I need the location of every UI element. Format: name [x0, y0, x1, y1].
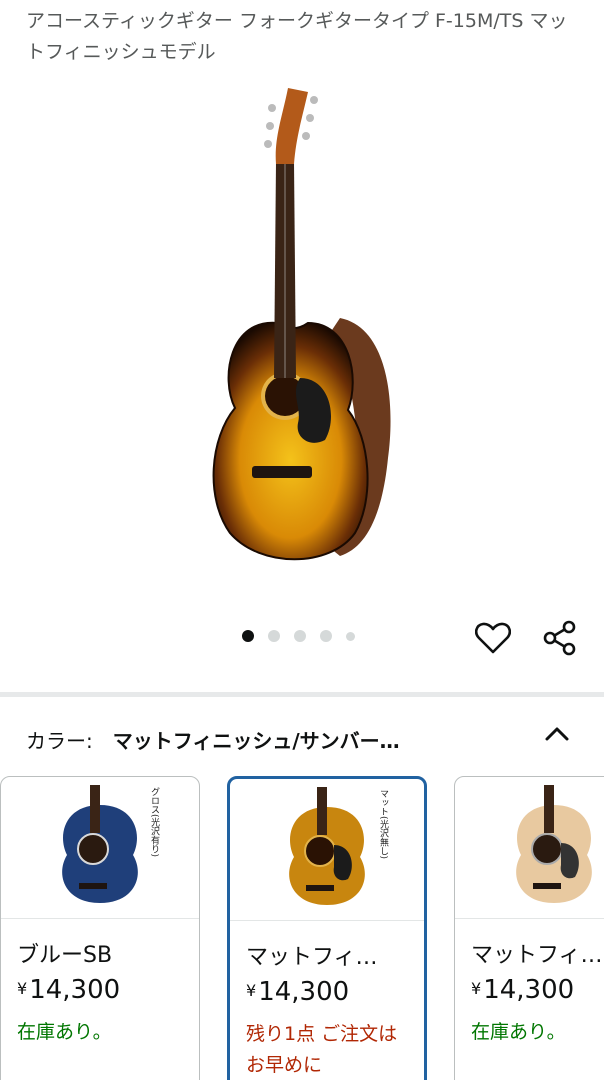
- share-button[interactable]: [540, 618, 580, 658]
- color-swatch-card-selected[interactable]: マット(光沢無し) マットフィ… ¥14,300 残り1点 ご注文はお早めに: [227, 776, 427, 1080]
- swatch-price: ¥14,300: [246, 977, 349, 1007]
- variation-header[interactable]: カラー: マットフィニッシュ/サンバー…: [26, 722, 582, 756]
- gallery-pagination[interactable]: [242, 629, 355, 643]
- guitar-thumbnail: [289, 787, 365, 905]
- currency-symbol: ¥: [471, 979, 482, 998]
- swatch-thumbnail: [455, 777, 604, 919]
- stock-status: 残り1点 ご注文はお早めに: [246, 1023, 398, 1076]
- stock-status: 在庫あり。: [17, 1021, 112, 1043]
- wishlist-button[interactable]: [473, 618, 513, 658]
- product-image-gallery[interactable]: [0, 70, 604, 590]
- gallery-dot[interactable]: [346, 631, 355, 641]
- swatch-name: マットフィ…: [471, 943, 603, 968]
- variation-selected-value: マットフィニッシュ/サンバー…: [112, 728, 400, 753]
- swatch-price: ¥14,300: [17, 975, 120, 1005]
- swatch-name: マットフィ…: [246, 945, 378, 970]
- gallery-dot[interactable]: [320, 630, 332, 642]
- guitar-thumbnail: [62, 785, 165, 910]
- swatch-thumbnail: グロス(光沢有り): [1, 777, 199, 919]
- stock-status: 在庫あり。: [471, 1021, 566, 1043]
- product-title: アコースティックギター フォークギタータイプ F-15M/TS マットフィニッシ…: [26, 10, 568, 63]
- heart-icon: [475, 622, 511, 654]
- price-value: 14,300: [258, 977, 350, 1007]
- color-swatch-card[interactable]: グロス(光沢有り) ブルーSB ¥14,300 在庫あり。: [0, 776, 200, 1080]
- finish-tag: グロス(光沢有り): [149, 787, 159, 858]
- price-value: 14,300: [29, 975, 121, 1005]
- price-value: 14,300: [483, 975, 575, 1005]
- swatch-thumbnail: マット(光沢無し): [230, 779, 424, 921]
- variation-label: カラー:: [26, 728, 93, 753]
- color-swatch-list[interactable]: グロス(光沢有り) ブルーSB ¥14,300 在庫あり。 マット(光沢無し) …: [0, 776, 604, 1080]
- gallery-dot[interactable]: [268, 630, 280, 642]
- section-divider: [0, 692, 604, 697]
- swatch-price: ¥14,300: [471, 975, 574, 1005]
- color-swatch-card[interactable]: マットフィ… ¥14,300 在庫あり。: [454, 776, 604, 1080]
- gallery-dot[interactable]: [242, 630, 254, 642]
- currency-symbol: ¥: [17, 979, 28, 998]
- finish-tag: マット(光沢無し): [378, 789, 388, 860]
- share-icon: [543, 620, 576, 656]
- swatch-name: ブルーSB: [17, 943, 113, 968]
- gallery-dot[interactable]: [294, 630, 306, 642]
- chevron-up-icon[interactable]: [544, 724, 570, 744]
- currency-symbol: ¥: [246, 981, 257, 1000]
- guitar-image: [212, 88, 391, 561]
- guitar-thumbnail: [516, 785, 592, 903]
